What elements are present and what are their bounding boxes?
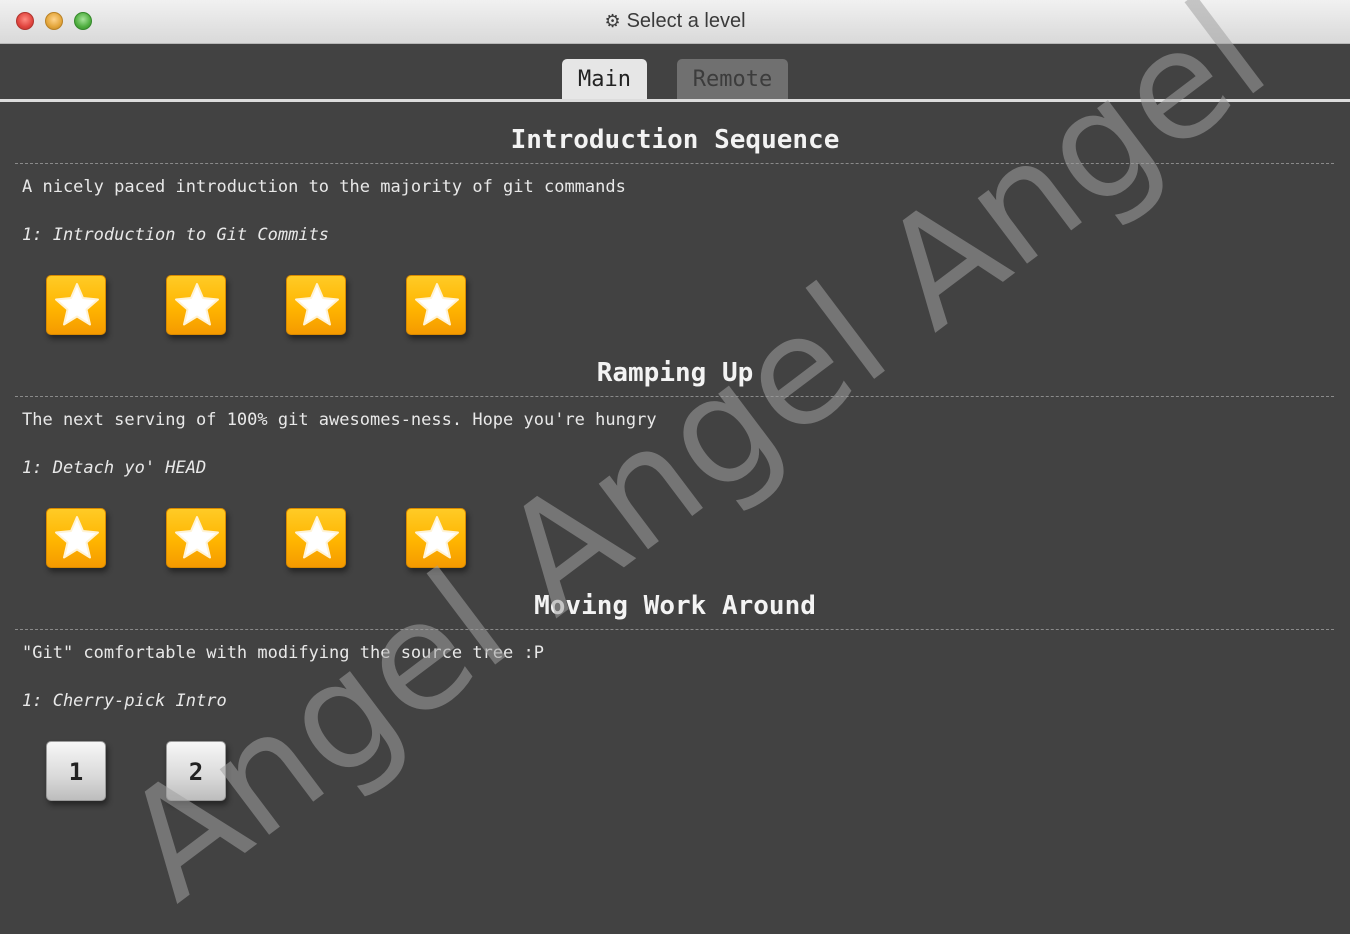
current-level-name: 1: Detach yo' HEAD	[22, 458, 207, 478]
tab-main[interactable]: Main	[562, 59, 647, 100]
star-icon	[175, 516, 219, 559]
level-button-2[interactable]: 2	[166, 741, 226, 801]
section-title: Moving Work Around	[534, 591, 816, 621]
section-divider	[15, 629, 1334, 630]
star-icon	[55, 283, 99, 326]
level-button-2[interactable]	[166, 275, 226, 335]
star-icon	[295, 283, 339, 326]
section-description: The next serving of 100% git awesomes-ne…	[22, 410, 657, 430]
star-icon	[175, 283, 219, 326]
section-title: Introduction Sequence	[510, 125, 840, 155]
level-button-1[interactable]: 1	[46, 741, 106, 801]
sequence-tabs: Main Remote	[0, 59, 1350, 103]
window-title-text: Select a level	[626, 10, 746, 32]
star-icon	[415, 283, 459, 326]
current-level-name: 1: Cherry-pick Intro	[22, 691, 227, 711]
level-button-3[interactable]	[286, 275, 346, 335]
star-icon	[295, 516, 339, 559]
window-title: ⚙ Select a level	[0, 10, 1350, 33]
section-description: A nicely paced introduction to the major…	[22, 177, 626, 197]
current-level-name: 1: Introduction to Git Commits	[22, 225, 330, 245]
level-button-1[interactable]	[46, 275, 106, 335]
level-button-4[interactable]	[406, 508, 466, 568]
title-bar: ⚙ Select a level	[0, 0, 1350, 44]
star-icon	[415, 516, 459, 559]
section-description: "Git" comfortable with modifying the sou…	[22, 643, 544, 663]
star-icon	[55, 516, 99, 559]
gear-icon: ⚙	[604, 11, 621, 31]
tab-divider	[0, 99, 1350, 102]
section-title: Ramping Up	[596, 358, 754, 388]
tab-remote[interactable]: Remote	[677, 59, 788, 100]
level-button-2[interactable]	[166, 508, 226, 568]
section-divider	[15, 396, 1334, 397]
section-divider	[15, 163, 1334, 164]
level-button-4[interactable]	[406, 275, 466, 335]
level-button-3[interactable]	[286, 508, 346, 568]
level-button-1[interactable]	[46, 508, 106, 568]
